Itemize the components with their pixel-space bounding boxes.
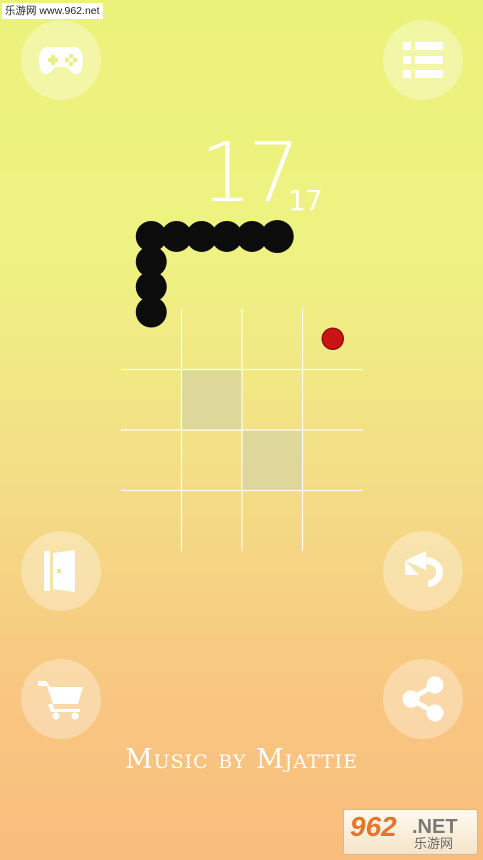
watermark-name: 乐游网 [414, 837, 454, 852]
undo-icon [405, 551, 443, 587]
shaded-cell [181, 369, 242, 430]
cart-icon [38, 681, 83, 720]
game-screen: 乐游网 www.962.net 17 17 Music by Mjattie 9… [0, 0, 483, 860]
share-icon [402, 676, 444, 722]
watermark-domain: .NET [412, 816, 458, 838]
shop-button[interactable] [21, 659, 101, 739]
share-button[interactable] [383, 659, 463, 739]
watermark-number: 962 [350, 811, 397, 842]
exit-button[interactable] [21, 531, 101, 611]
door-icon [44, 550, 75, 592]
food-pellet [321, 327, 344, 350]
undo-button[interactable] [383, 531, 463, 611]
watermark-bottom: 962 .NET 乐游网 [343, 809, 478, 855]
snake-head [260, 219, 294, 253]
music-credit: Music by Mjattie [124, 744, 359, 775]
shaded-cell [242, 430, 303, 491]
